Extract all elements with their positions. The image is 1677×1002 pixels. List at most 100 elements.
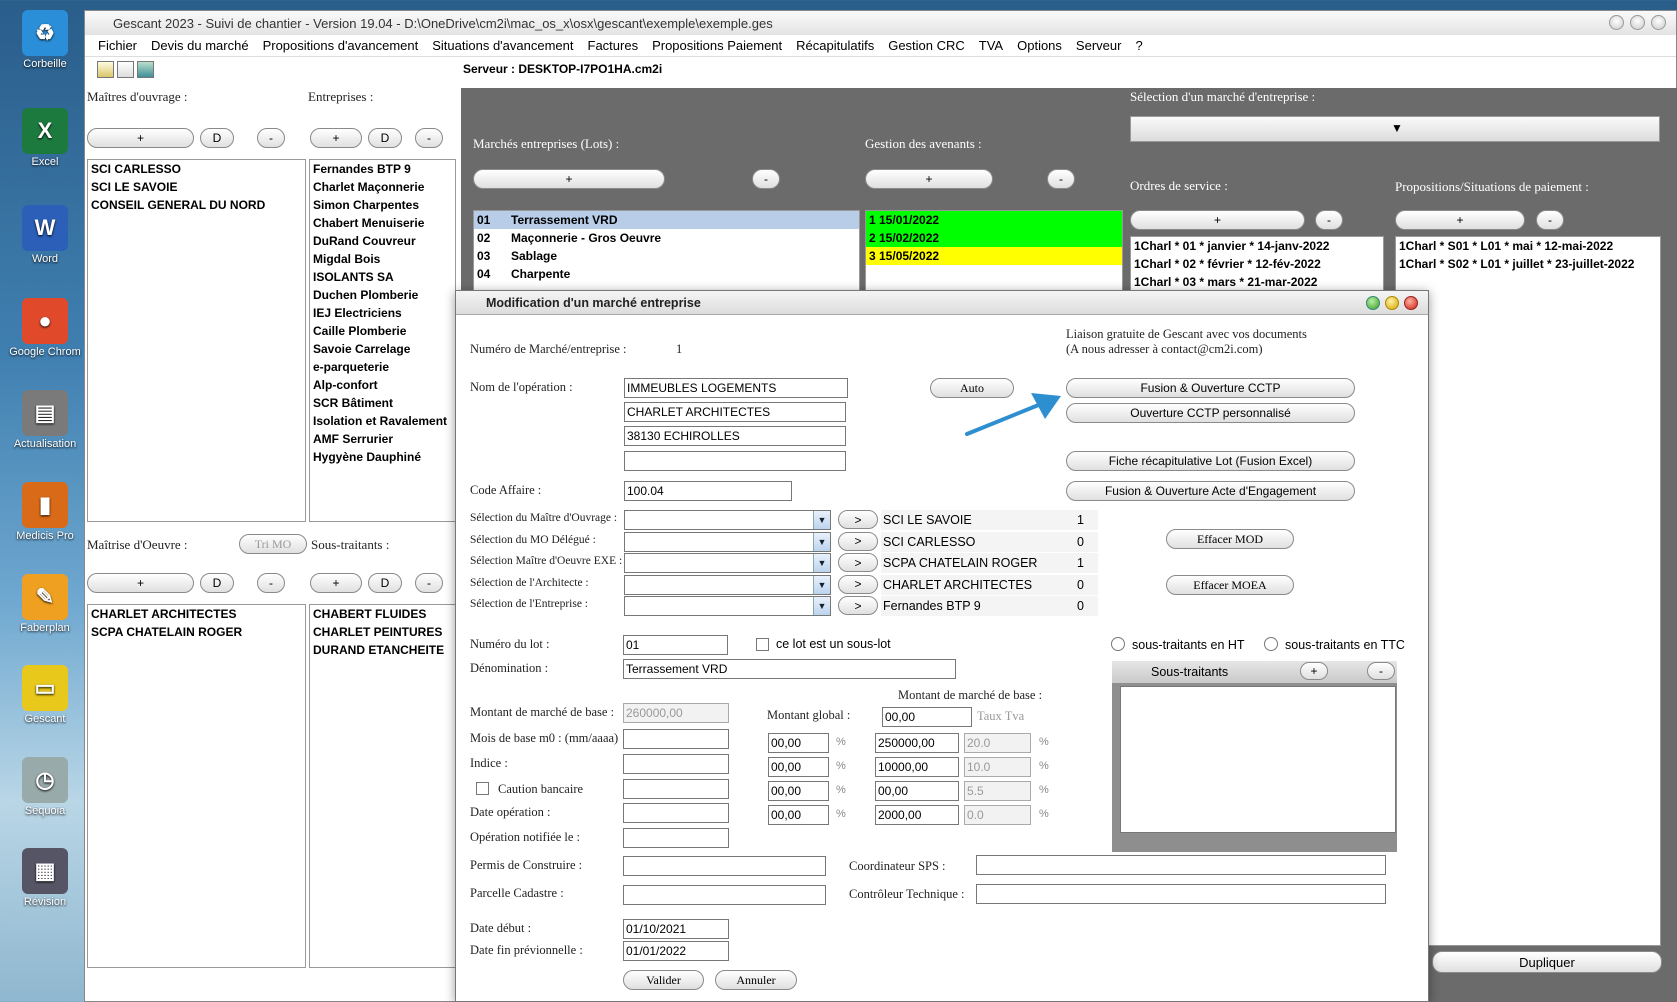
nom-field-3[interactable]: 38130 ECHIROLLES [624,426,846,446]
controleur-field[interactable] [976,884,1386,904]
sous-lot-checkbox[interactable] [756,638,769,651]
table-row[interactable]: 04 Charpente [474,265,859,283]
code-affaire-field[interactable]: 100.04 [624,481,792,501]
list-item[interactable]: DURAND ETANCHEITE [310,641,455,659]
list-item[interactable]: SCI CARLESSO [88,160,305,178]
selection-combo[interactable]: ▼ [624,531,831,552]
tva-field[interactable]: 10.0 [964,757,1031,777]
desktop-icon-s-quoia[interactable]: ◷ Séquoia [2,757,88,817]
desktop-icon-faberplan[interactable]: ✎ Faberplan [2,574,88,634]
dialog-zoom-button[interactable] [1366,296,1380,310]
menu-item[interactable]: ? [1128,38,1149,53]
table-row[interactable]: 03 Sablage [474,247,859,265]
desktop-icon-medicis-pro[interactable]: ▮ Medicis Pro [2,482,88,542]
moe-list[interactable]: CHARLET ARCHITECTES SCPA CHATELAIN ROGER [87,604,306,968]
remove-lot-button[interactable]: - [752,169,780,189]
nom-field-4[interactable] [624,451,846,471]
operation-notifiee-field[interactable] [623,828,729,848]
remove-maitre-button[interactable]: - [257,128,285,148]
list-item[interactable]: SCPA CHATELAIN ROGER [88,623,305,641]
d-maitre-button[interactable]: D [200,128,234,148]
add-avenant-button[interactable]: + [865,169,993,189]
list-item[interactable]: 3 15/05/2022 [866,247,1122,265]
desktop-icon-gescant[interactable]: ▭ Gescant [2,665,88,725]
cctp-personnalise-button[interactable]: Ouverture CCTP personnalisé [1066,403,1355,423]
list-item[interactable]: Fernandes BTP 9 [310,160,455,178]
fiche-recap-button[interactable]: Fiche récapitulative Lot (Fusion Excel) [1066,451,1355,471]
list-item[interactable]: 1Charl * S01 * L01 * mai * 12-mai-2022 [1396,237,1660,255]
add-proposition-button[interactable]: + [1395,210,1525,230]
apply-selection-button[interactable]: > [838,510,878,529]
permis-field[interactable] [623,856,826,876]
date-operation-field[interactable] [623,803,729,823]
lot-field[interactable]: 01 [623,635,728,655]
remove-ordre-button[interactable]: - [1315,210,1343,230]
menu-item[interactable]: Propositions d'avancement [256,38,426,53]
remove-sous-button[interactable]: - [415,573,443,593]
dialog-minimize-button[interactable] [1385,296,1399,310]
tri-mo-button[interactable]: Tri MO [239,534,307,554]
list-item[interactable]: SCR Bâtiment [310,394,455,412]
coordinateur-field[interactable] [976,855,1386,875]
list-item[interactable]: Savoie Carrelage [310,340,455,358]
apply-selection-button[interactable]: > [838,553,878,572]
acte-engagement-button[interactable]: Fusion & Ouverture Acte d'Engagement [1066,481,1355,501]
desktop-icon-excel[interactable]: X Excel [2,108,88,168]
list-item[interactable]: 1Charl * 01 * janvier * 14-janv-2022 [1131,237,1383,255]
desktop-icon-google-chrom[interactable]: ● Google Chrom [2,298,88,358]
list-item[interactable]: Charlet Maçonnerie [310,178,455,196]
menu-item[interactable]: Factures [581,38,646,53]
entreprises-list[interactable]: Fernandes BTP 9 Charlet Maçonnerie Simon C… [309,159,456,522]
sous-traitants-dialog-list[interactable] [1120,686,1396,833]
amount-field[interactable]: 2000,00 [875,805,959,825]
add-entreprise-button[interactable]: + [310,128,362,148]
nom-field-1[interactable]: IMMEUBLES LOGEMENTS [624,378,848,398]
sous-traitants-list[interactable]: CHABERT FLUIDES CHARLET PEINTURES DURAND E… [309,604,456,968]
denomination-field[interactable]: Terrassement VRD [623,659,956,679]
tva-field[interactable]: 5.5 [964,781,1031,801]
minimize-button[interactable] [1609,15,1624,30]
list-item[interactable]: Simon Charpentes [310,196,455,214]
add-sous-traitant-button[interactable]: + [1300,662,1328,680]
remove-proposition-button[interactable]: - [1536,210,1564,230]
list-item[interactable]: SCI LE SAVOIE [88,178,305,196]
maximize-button[interactable] [1630,15,1645,30]
add-moe-button[interactable]: + [87,573,194,593]
desktop-icon-corbeille[interactable]: ♻ Corbeille [2,10,88,70]
menu-item[interactable]: Options [1010,38,1069,53]
add-ordre-button[interactable]: + [1130,210,1305,230]
tva-field[interactable]: 0.0 [964,805,1031,825]
tva-field[interactable]: 20.0 [964,733,1031,753]
effacer-moea-button[interactable]: Effacer MOEA [1166,575,1294,595]
remove-moe-button[interactable]: - [257,573,285,593]
list-item[interactable]: Chabert Menuiserie [310,214,455,232]
list-item[interactable]: Duchen Plomberie [310,286,455,304]
fusion-cctp-button[interactable]: Fusion & Ouverture CCTP [1066,378,1355,398]
lots-list[interactable]: 01 Terrassement VRD 02 Maçonnerie - Gros Oe… [473,210,860,300]
apply-selection-button[interactable]: > [838,531,878,551]
menu-item[interactable]: Propositions Paiement [645,38,789,53]
table-row[interactable]: 02 Maçonnerie - Gros Oeuvre [474,229,859,247]
remove-sous-traitant-button[interactable]: - [1367,662,1395,680]
d-sous-button[interactable]: D [368,573,402,593]
list-item[interactable]: 1 15/01/2022 [866,211,1122,229]
pct-field[interactable]: 00,00 [768,733,829,753]
mois-base-field[interactable] [623,729,729,749]
list-item[interactable]: AMF Serrurier [310,430,455,448]
list-item[interactable]: 1Charl * S02 * L01 * juillet * 23-juille… [1396,255,1660,273]
dialog-close-button[interactable] [1404,296,1418,310]
selection-combo[interactable]: ▼ [624,574,831,595]
selection-combo[interactable]: ▼ [624,596,831,616]
list-item[interactable]: Migdal Bois [310,250,455,268]
menu-item[interactable]: Devis du marché [144,38,256,53]
nom-field-2[interactable]: CHARLET ARCHITECTES [624,402,846,422]
selection-combo[interactable]: ▼ [624,553,831,573]
effacer-mod-button[interactable]: Effacer MOD [1166,529,1294,549]
pct-field[interactable]: 00,00 [768,805,829,825]
add-lot-button[interactable]: + [473,169,665,189]
apply-selection-button[interactable]: > [838,596,878,615]
list-item[interactable]: 1Charl * 02 * février * 12-fév-2022 [1131,255,1383,273]
caution-field[interactable] [623,779,729,799]
marche-select[interactable]: ▼ [1130,116,1660,142]
list-item[interactable]: IEJ Electriciens [310,304,455,322]
